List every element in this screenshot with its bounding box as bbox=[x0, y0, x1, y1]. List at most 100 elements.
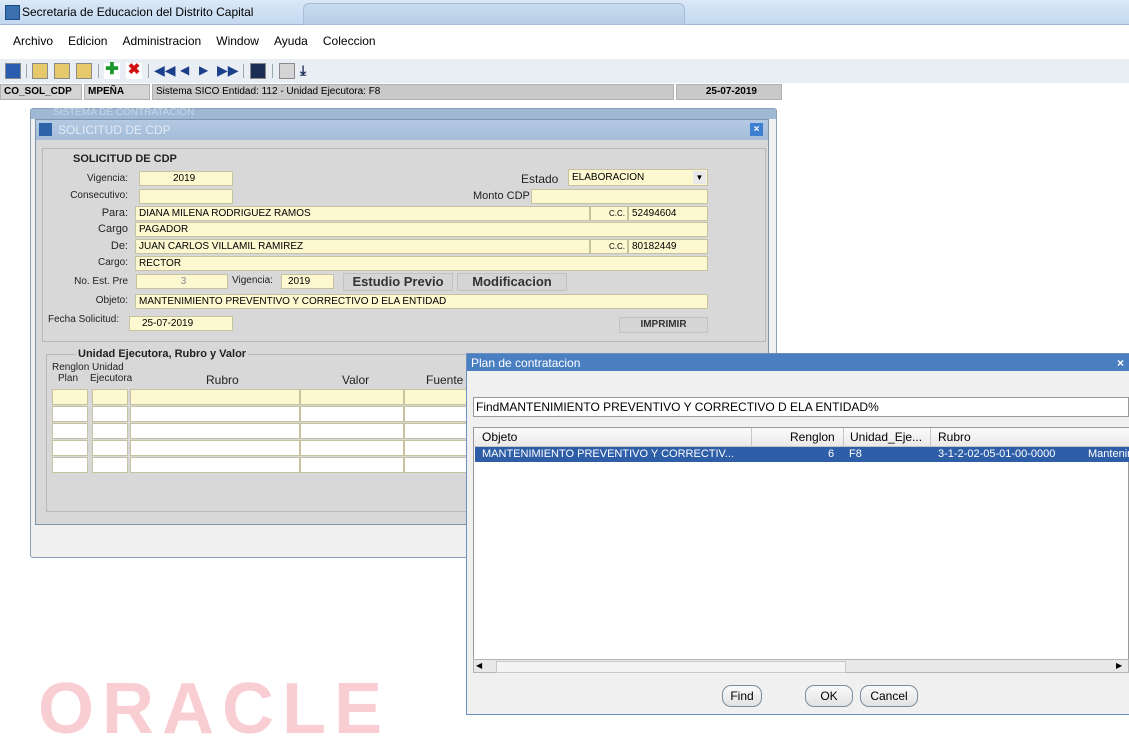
next-record-icon[interactable]: ▶ bbox=[199, 63, 215, 79]
de-field[interactable]: JUAN CARLOS VILLAMIL RAMIREZ bbox=[135, 239, 590, 254]
unidad-grid-cell[interactable] bbox=[300, 423, 404, 439]
de-cc-field[interactable]: 80182449 bbox=[628, 239, 708, 254]
find-input[interactable]: FindMANTENIMIENTO PREVENTIVO Y CORRECTIV… bbox=[473, 397, 1129, 417]
fecha-label: Fecha Solicitud: bbox=[48, 314, 120, 325]
save-icon[interactable] bbox=[250, 63, 266, 79]
scroll-right-icon[interactable]: ▶ bbox=[1116, 661, 1126, 671]
col-rubro: Rubro bbox=[206, 373, 239, 387]
grid-col-unidad[interactable]: Unidad_Eje... bbox=[850, 430, 922, 444]
unidad-grid-cell[interactable] bbox=[52, 423, 88, 439]
unidad-grid-cell[interactable] bbox=[130, 457, 300, 473]
first-record-icon[interactable]: ◀◀ bbox=[154, 63, 176, 79]
grid-col-renglon[interactable]: Renglon bbox=[790, 430, 835, 444]
estado-select[interactable]: ELABORACION ▼ bbox=[568, 169, 708, 186]
menu-window[interactable]: Window bbox=[216, 34, 259, 48]
vigencia-label: Vigencia: bbox=[87, 173, 128, 184]
solicitud-window-title: SOLICITUD DE CDP bbox=[58, 123, 171, 137]
system-date: 25-07-2019 bbox=[676, 84, 782, 100]
query-icon[interactable] bbox=[32, 63, 48, 79]
insert-record-icon[interactable]: ✚ bbox=[104, 62, 120, 79]
form-name: CO_SOL_CDP bbox=[0, 84, 82, 100]
unidad-grid-cell[interactable] bbox=[130, 406, 300, 422]
dialog-close-icon[interactable]: × bbox=[1117, 356, 1129, 370]
solicitud-titlebar: SOLICITUD DE CDP × bbox=[36, 120, 768, 140]
outer-window-title: SISTEMA DE CONTRATACION bbox=[53, 107, 195, 118]
monto-field[interactable] bbox=[531, 189, 708, 204]
grid-col-rubro[interactable]: Rubro bbox=[938, 430, 971, 444]
window-title: Secretaria de Educacion del Distrito Cap… bbox=[22, 5, 254, 19]
unidad-grid-cell[interactable] bbox=[130, 440, 300, 456]
fecha-field[interactable]: 25-07-2019 bbox=[129, 316, 233, 331]
unidad-grid-cell[interactable] bbox=[92, 423, 128, 439]
para-cc-field[interactable]: 52494604 bbox=[628, 206, 708, 221]
unidad-grid-cell[interactable] bbox=[92, 389, 128, 405]
download-icon[interactable]: ⤓ bbox=[300, 63, 316, 79]
scroll-thumb[interactable] bbox=[496, 661, 846, 673]
cargo-para-field[interactable]: PAGADOR bbox=[135, 222, 708, 237]
oracle-watermark: ORACLE bbox=[38, 669, 390, 749]
consecutivo-field[interactable] bbox=[139, 189, 233, 204]
unidad-grid-cell[interactable] bbox=[52, 389, 88, 405]
unidad-grid-cell[interactable] bbox=[300, 389, 404, 405]
results-grid: Objeto Renglon Unidad_Eje... Rubro MANTE… bbox=[473, 427, 1129, 660]
unidad-grid-cell[interactable] bbox=[52, 440, 88, 456]
execute-query-icon[interactable] bbox=[54, 63, 70, 79]
exit-icon[interactable] bbox=[5, 63, 21, 79]
previous-record-icon[interactable]: ◀ bbox=[180, 63, 196, 79]
unidad-grid-cell[interactable] bbox=[92, 406, 128, 422]
last-record-icon[interactable]: ▶▶ bbox=[217, 63, 239, 79]
cc-label: C.C. bbox=[590, 206, 628, 221]
de-label: De: bbox=[110, 240, 128, 252]
unidad-grid-cell[interactable] bbox=[130, 423, 300, 439]
unidad-grid-cell[interactable] bbox=[300, 457, 404, 473]
row-rubro: 3-1-2-02-05-01-00-0000 bbox=[938, 448, 1056, 460]
imprimir-button[interactable]: IMPRIMIR bbox=[619, 317, 708, 333]
row-unidad: F8 bbox=[849, 448, 862, 460]
menu-coleccion[interactable]: Coleccion bbox=[323, 34, 376, 48]
find-button[interactable]: Find bbox=[722, 685, 762, 707]
delete-record-icon[interactable]: ✖ bbox=[126, 62, 142, 79]
monto-label: Monto CDP bbox=[473, 190, 530, 202]
cc-label-2: C.C. bbox=[590, 239, 628, 254]
horizontal-scrollbar[interactable]: ◀ ▶ bbox=[473, 659, 1129, 673]
unidad-grid-cell[interactable] bbox=[300, 440, 404, 456]
modificacion-button[interactable]: Modificacion bbox=[457, 273, 567, 291]
cancel-button[interactable]: Cancel bbox=[860, 685, 918, 707]
unidad-grid-cell[interactable] bbox=[130, 389, 300, 405]
system-info: Sistema SICO Entidad: 112 - Unidad Ejecu… bbox=[152, 84, 674, 100]
grid-col-objeto[interactable]: Objeto bbox=[482, 430, 517, 444]
unidad-grid-cell[interactable] bbox=[92, 457, 128, 473]
ok-button[interactable]: OK bbox=[805, 685, 853, 707]
grid-row[interactable]: MANTENIMIENTO PREVENTIVO Y CORRECTIV... … bbox=[475, 447, 1129, 462]
chevron-down-icon[interactable]: ▼ bbox=[693, 171, 706, 184]
menu-ayuda[interactable]: Ayuda bbox=[274, 34, 308, 48]
unidad-grid-cell[interactable] bbox=[92, 440, 128, 456]
unidad-grid-cell[interactable] bbox=[52, 457, 88, 473]
close-icon[interactable]: × bbox=[750, 123, 763, 136]
menu-edicion[interactable]: Edicion bbox=[68, 34, 107, 48]
cargo-de-field[interactable]: RECTOR bbox=[135, 256, 708, 271]
col-ejecutora: Ejecutora bbox=[90, 373, 133, 384]
no-est-field[interactable]: 3 bbox=[136, 274, 228, 289]
cancel-query-icon[interactable] bbox=[76, 63, 92, 79]
row-renglon: 6 bbox=[828, 448, 835, 460]
menubar: Archivo Edicion Administracion Window Ay… bbox=[0, 34, 1129, 54]
objeto-field[interactable]: MANTENIMIENTO PREVENTIVO Y CORRECTIVO D … bbox=[135, 294, 708, 309]
java-app-icon bbox=[5, 5, 20, 20]
vigencia2-field[interactable]: 2019 bbox=[281, 274, 334, 289]
menu-administracion[interactable]: Administracion bbox=[123, 34, 202, 48]
print-icon[interactable] bbox=[279, 63, 295, 79]
outer-window-titlebar: SISTEMA DE CONTRATACION bbox=[31, 107, 776, 119]
form-icon bbox=[39, 123, 52, 136]
estudio-previo-button[interactable]: Estudio Previo bbox=[343, 273, 453, 291]
scroll-left-icon[interactable]: ◀ bbox=[476, 661, 486, 671]
menu-archivo[interactable]: Archivo bbox=[13, 34, 53, 48]
unidad-grid-cell[interactable] bbox=[52, 406, 88, 422]
status-row: CO_SOL_CDP MPEÑA Sistema SICO Entidad: 1… bbox=[0, 84, 1129, 100]
para-field[interactable]: DIANA MILENA RODRIGUEZ RAMOS bbox=[135, 206, 590, 221]
row-extra: Mantenin bbox=[1088, 448, 1129, 460]
row-objeto: MANTENIMIENTO PREVENTIVO Y CORRECTIV... bbox=[482, 448, 735, 460]
unidad-grid-cell[interactable] bbox=[300, 406, 404, 422]
vigencia-field[interactable]: 2019 bbox=[139, 171, 233, 186]
find-value: MANTENIMIENTO PREVENTIVO Y CORRECTIVO D … bbox=[499, 400, 879, 414]
